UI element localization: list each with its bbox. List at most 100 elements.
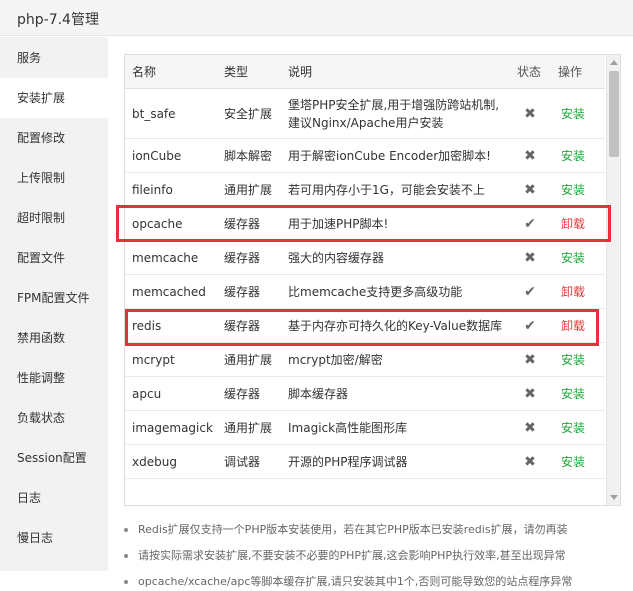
ext-name: memcache <box>132 251 199 265</box>
ext-desc-line1: 堡塔PHP安全扩展,用于增强防跨站机制, <box>288 98 500 112</box>
ext-desc: 用于解密ionCube Encoder加密脚本! <box>288 149 491 163</box>
header-type: 类型 <box>224 65 249 79</box>
table-row: imagemagick 通用扩展 Imagick高性能图形库 ✖ 安装 <box>125 411 605 445</box>
status-not-installed-icon: ✖ <box>524 352 536 368</box>
list-item: 请按实际需求安装扩展,不要安装不必要的PHP扩展,这会影响PHP执行效率,甚至出… <box>124 549 624 565</box>
ext-name: mcrypt <box>132 353 175 367</box>
ext-name: fileinfo <box>132 183 173 197</box>
uninstall-button[interactable]: 卸载 <box>561 275 601 309</box>
bullet-icon <box>124 580 128 584</box>
table-scrollbar[interactable] <box>606 55 620 505</box>
status-not-installed-icon: ✖ <box>524 182 536 198</box>
extensions-table: 名称 类型 说明 状态 操作 bt_safe 安全扩展 堡塔PHP安全扩展,用于… <box>124 54 621 506</box>
table-row: opcache 缓存器 用于加速PHP脚本! ✔ 卸载 <box>125 207 605 241</box>
table-row: bt_safe 安全扩展 堡塔PHP安全扩展,用于增强防跨站机制, 建议Ngin… <box>125 89 605 139</box>
header-op: 操作 <box>558 65 583 79</box>
ext-desc: 若可用内存小于1G，可能会安装不上 <box>288 183 485 197</box>
status-installed-icon: ✔ <box>524 216 536 232</box>
ext-desc: 强大的内容缓存器 <box>288 251 385 265</box>
window-titlebar: php-7.4管理 <box>0 0 633 36</box>
note-text: opcache/xcache/apc等脚本缓存扩展,请只安装其中1个,否则可能导… <box>138 575 573 588</box>
install-button[interactable]: 安装 <box>561 173 601 207</box>
ext-type: 通用扩展 <box>224 353 273 367</box>
bullet-icon <box>124 554 128 558</box>
sidebar-item-load-status[interactable]: 负载状态 <box>0 398 108 438</box>
install-button[interactable]: 安装 <box>561 89 601 139</box>
sidebar-item-timeout-limit[interactable]: 超时限制 <box>0 198 108 238</box>
ext-desc: 脚本缓存器 <box>288 387 349 401</box>
table-row: mcrypt 通用扩展 mcrypt加密/解密 ✖ 安装 <box>125 343 605 377</box>
ext-name: memcached <box>132 285 206 299</box>
header-desc: 说明 <box>288 65 313 79</box>
ext-name: bt_safe <box>132 107 176 121</box>
ext-type: 通用扩展 <box>224 421 273 435</box>
ext-name: redis <box>132 319 162 333</box>
status-installed-icon: ✔ <box>524 284 536 300</box>
sidebar-item-disabled-functions[interactable]: 禁用函数 <box>0 318 108 358</box>
table-row: xdebug 调试器 开源的PHP程序调试器 ✖ 安装 <box>125 445 605 479</box>
sidebar-item-upload-limit[interactable]: 上传限制 <box>0 158 108 198</box>
table-row: fileinfo 通用扩展 若可用内存小于1G，可能会安装不上 ✖ 安装 <box>125 173 605 207</box>
sidebar-item-config-edit[interactable]: 配置修改 <box>0 118 108 158</box>
header-status: 状态 <box>517 65 542 79</box>
sidebar-item-fpm-config-file[interactable]: FPM配置文件 <box>0 278 108 318</box>
status-not-installed-icon: ✖ <box>524 148 536 164</box>
install-button[interactable]: 安装 <box>561 411 601 445</box>
ext-name: apcu <box>132 387 162 401</box>
sidebar-item-install-extensions[interactable]: 安装扩展 <box>0 78 108 118</box>
list-item: opcache/xcache/apc等脚本缓存扩展,请只安装其中1个,否则可能导… <box>124 575 624 591</box>
ext-desc: 用于加速PHP脚本! <box>288 217 389 231</box>
table-row: apcu 缓存器 脚本缓存器 ✖ 安装 <box>125 377 605 411</box>
status-not-installed-icon: ✖ <box>524 420 536 436</box>
install-button[interactable]: 安装 <box>561 241 601 275</box>
install-button[interactable]: 安装 <box>561 139 601 173</box>
install-button[interactable]: 安装 <box>561 445 601 479</box>
table-row: memcache 缓存器 强大的内容缓存器 ✖ 安装 <box>125 241 605 275</box>
ext-type: 缓存器 <box>224 217 261 231</box>
ext-desc: 基于内存亦可持久化的Key-Value数据库 <box>288 319 503 333</box>
uninstall-button[interactable]: 卸载 <box>561 207 601 241</box>
ext-desc: mcrypt加密/解密 <box>288 353 383 367</box>
ext-type: 缓存器 <box>224 251 261 265</box>
uninstall-button[interactable]: 卸载 <box>561 309 601 343</box>
status-not-installed-icon: ✖ <box>524 250 536 266</box>
ext-type: 调试器 <box>224 455 261 469</box>
header-name: 名称 <box>132 65 157 79</box>
note-text: 请按实际需求安装扩展,不要安装不必要的PHP扩展,这会影响PHP执行效率,甚至出… <box>138 549 566 562</box>
main-panel: 名称 类型 说明 状态 操作 bt_safe 安全扩展 堡塔PHP安全扩展,用于… <box>108 37 633 588</box>
install-button[interactable]: 安装 <box>561 377 601 411</box>
sidebar-item-session-config[interactable]: Session配置 <box>0 438 108 478</box>
ext-type: 安全扩展 <box>224 107 273 121</box>
table-row: redis 缓存器 基于内存亦可持久化的Key-Value数据库 ✔ 卸载 <box>125 309 605 343</box>
sidebar-item-log[interactable]: 日志 <box>0 478 108 518</box>
sidebar-item-config-file[interactable]: 配置文件 <box>0 238 108 278</box>
status-not-installed-icon: ✖ <box>524 386 536 402</box>
ext-name: opcache <box>132 217 183 231</box>
note-text: Redis扩展仅支持一个PHP版本安装使用，若在其它PHP版本已安装redis扩… <box>138 523 568 536</box>
sidebar: 服务 安装扩展 配置修改 上传限制 超时限制 配置文件 FPM配置文件 禁用函数… <box>0 37 108 571</box>
ext-desc-line2: 建议Nginx/Apache用户安装 <box>288 116 444 130</box>
ext-name: ionCube <box>132 149 182 163</box>
scroll-down-arrow-icon[interactable] <box>610 495 618 500</box>
window-title: php-7.4管理 <box>17 12 99 28</box>
ext-type: 脚本解密 <box>224 149 273 163</box>
ext-desc: Imagick高性能图形库 <box>288 421 408 435</box>
status-installed-icon: ✔ <box>524 318 536 334</box>
bullet-icon <box>124 528 128 532</box>
list-item: Redis扩展仅支持一个PHP版本安装使用，若在其它PHP版本已安装redis扩… <box>124 523 624 539</box>
sidebar-item-slow-log[interactable]: 慢日志 <box>0 518 108 558</box>
scroll-up-arrow-icon[interactable] <box>610 60 618 65</box>
ext-name: imagemagick <box>132 421 213 435</box>
sidebar-item-performance-tuning[interactable]: 性能调整 <box>0 358 108 398</box>
ext-desc: 比memcache支持更多高级功能 <box>288 285 463 299</box>
ext-name: xdebug <box>132 455 177 469</box>
ext-type: 缓存器 <box>224 319 261 333</box>
status-not-installed-icon: ✖ <box>524 106 536 122</box>
table-row: ionCube 脚本解密 用于解密ionCube Encoder加密脚本! ✖ … <box>125 139 605 173</box>
ext-desc: 开源的PHP程序调试器 <box>288 455 408 469</box>
scroll-thumb[interactable] <box>609 71 619 157</box>
install-button[interactable]: 安装 <box>561 343 601 377</box>
sidebar-item-service[interactable]: 服务 <box>0 38 108 78</box>
table-header: 名称 类型 说明 状态 操作 <box>125 55 605 89</box>
ext-type: 通用扩展 <box>224 183 273 197</box>
